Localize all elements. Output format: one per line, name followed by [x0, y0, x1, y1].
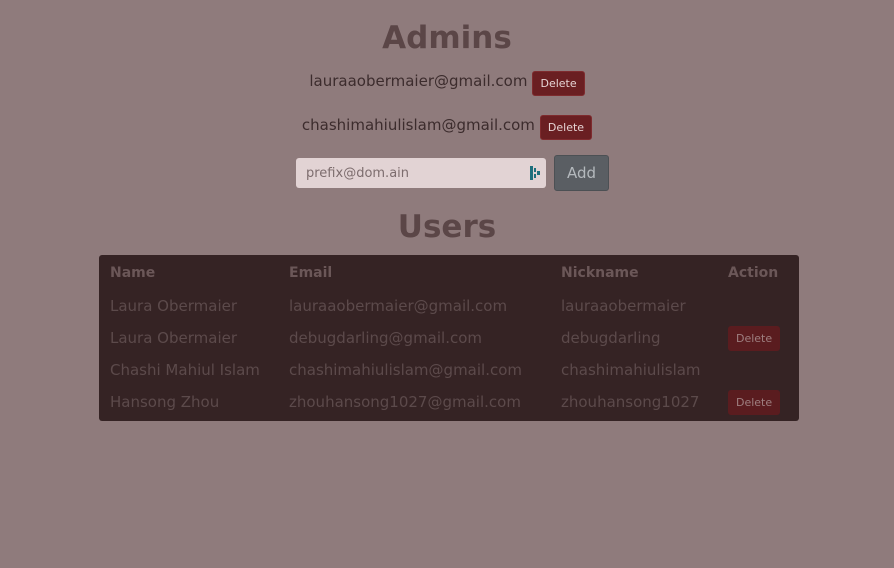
user-action-cell: Delete [717, 386, 799, 418]
users-table: Name Email Nickname Action Laura Obermai… [99, 255, 799, 421]
column-header-action: Action [728, 264, 779, 281]
table-row: Hansong Zhou zhouhansong1027@gmail.com z… [99, 386, 799, 418]
user-email-cell: debugdarling@gmail.com [289, 329, 483, 347]
user-action-cell: Delete [717, 322, 799, 354]
delete-user-button[interactable]: Delete [728, 389, 781, 415]
user-name-cell: Laura Obermaier [110, 329, 238, 347]
table-row: Laura Obermaier debugdarling@gmail.com d… [99, 322, 799, 354]
admin-entry: lauraaobermaier@gmail.com Delete [0, 68, 894, 96]
password-manager-icon[interactable] [530, 166, 540, 180]
column-header-email: Email [289, 264, 333, 281]
user-email-cell: chashimahiulislam@gmail.com [289, 361, 523, 379]
user-nickname-cell: chashimahiulislam [561, 361, 701, 379]
admin-email: lauraaobermaier@gmail.com [309, 72, 528, 90]
table-header-row: Name Email Nickname Action [99, 255, 799, 290]
admin-email-input-wrapper [296, 158, 546, 188]
admin-page: Admins lauraaobermaier@gmail.com Delete … [0, 0, 894, 568]
delete-user-button[interactable]: Delete [728, 325, 781, 351]
table-row: Chashi Mahiul Islam chashimahiulislam@gm… [99, 354, 799, 386]
users-title: Users [397, 209, 497, 245]
table-row: Laura Obermaier lauraaobermaier@gmail.co… [99, 290, 799, 322]
delete-admin-button[interactable]: Delete [539, 114, 593, 140]
user-nickname-cell: lauraaobermaier [561, 297, 686, 315]
user-action-cell [717, 354, 799, 386]
admin-entry: chashimahiulislam@gmail.com Delete [0, 112, 894, 140]
user-nickname-cell: zhouhansong1027 [561, 393, 700, 411]
admin-email: chashimahiulislam@gmail.com [301, 116, 535, 134]
delete-admin-button[interactable]: Delete [532, 70, 585, 96]
admins-title: Admins [382, 20, 512, 56]
user-email-cell: zhouhansong1027@gmail.com [289, 393, 521, 411]
user-name-cell: Hansong Zhou [110, 393, 220, 411]
user-name-cell: Laura Obermaier [110, 297, 238, 315]
user-name-cell: Chashi Mahiul Islam [110, 361, 260, 379]
user-action-cell [717, 290, 799, 322]
add-admin-button[interactable]: Add [554, 155, 609, 191]
user-nickname-cell: debugdarling [561, 329, 661, 347]
user-email-cell: lauraaobermaier@gmail.com [289, 297, 508, 315]
column-header-nickname: Nickname [561, 264, 639, 281]
admin-email-input[interactable] [296, 158, 546, 188]
column-header-name: Name [110, 264, 156, 281]
add-admin-form: Add [296, 155, 609, 191]
